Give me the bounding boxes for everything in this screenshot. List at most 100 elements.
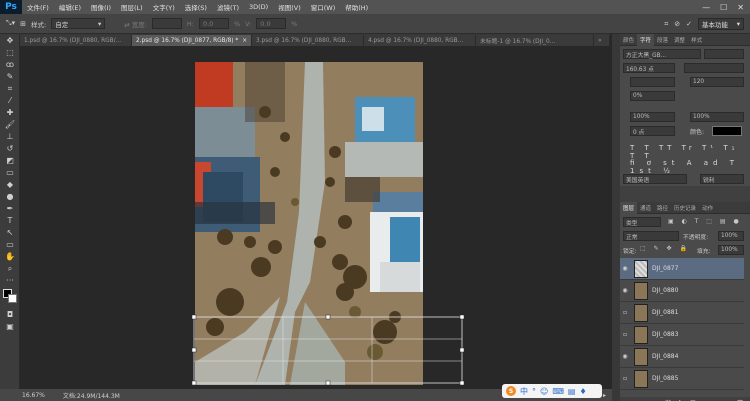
path-select-tool-icon[interactable]: ↖: [3, 227, 17, 238]
layer-name[interactable]: DJI_0877: [652, 265, 678, 272]
menu-select[interactable]: 选择(S): [180, 2, 212, 12]
ime-skin-icon[interactable]: ▤: [568, 387, 576, 396]
status-arrow-icon[interactable]: ▸: [603, 392, 612, 399]
scale-field[interactable]: 0%: [630, 91, 675, 101]
language-select[interactable]: 美国英语: [623, 174, 687, 184]
h-scale-field[interactable]: 100%: [690, 112, 744, 122]
workspace-select[interactable]: 基本功能 ▾: [698, 18, 744, 30]
fill-field[interactable]: 100%: [718, 245, 744, 255]
reference-point-icon[interactable]: ⊞: [20, 20, 26, 28]
layer-name[interactable]: DJI_0880: [652, 287, 678, 294]
close-button[interactable]: ✕: [737, 3, 744, 12]
tab-doc-4[interactable]: 4.psd @ 16.7% (DJI_0880, RGB...: [364, 35, 476, 46]
zoom-level[interactable]: 16.67%: [22, 392, 45, 399]
transform-box[interactable]: [190, 314, 466, 386]
tab-history[interactable]: 历史记录: [671, 204, 699, 212]
visibility-eye-icon[interactable]: ◉: [620, 353, 630, 360]
tab-adjustments[interactable]: 调整: [671, 36, 688, 44]
menu-layer[interactable]: 图层(L): [116, 2, 148, 12]
ime-lang[interactable]: 中: [520, 386, 528, 397]
brush-tool-icon[interactable]: 🖌: [3, 119, 17, 130]
tab-close-icon[interactable]: ×: [242, 38, 247, 44]
opentype-buttons[interactable]: ﬁ ơ st A ad T 1st ½: [630, 159, 750, 175]
maximize-button[interactable]: ☐: [720, 3, 727, 12]
pen-tool-icon[interactable]: ✒: [3, 203, 17, 214]
menu-help[interactable]: 帮助(H): [340, 2, 373, 12]
stamp-tool-icon[interactable]: ⊥: [3, 131, 17, 142]
tab-actions[interactable]: 动作: [699, 204, 716, 212]
tab-paths[interactable]: 路径: [654, 204, 671, 212]
layer-name[interactable]: DJI_0883: [652, 331, 678, 338]
ime-emoji-icon[interactable]: ☺: [540, 387, 548, 396]
menu-file[interactable]: 文件(F): [22, 2, 54, 12]
menu-filter[interactable]: 滤镜(T): [212, 2, 244, 12]
layer-name[interactable]: DJI_0885: [652, 375, 678, 382]
ime-tools-icon[interactable]: ♦: [579, 387, 586, 396]
tab-channels[interactable]: 通道: [637, 204, 654, 212]
layer-row[interactable]: ▫ DJI_0883: [620, 324, 744, 346]
screen-mode-icon[interactable]: ▣: [3, 321, 17, 332]
visibility-eye-icon[interactable]: ◉: [620, 287, 630, 294]
visibility-eye-icon[interactable]: ◉: [620, 265, 630, 272]
ime-keyboard-icon[interactable]: ⌨: [552, 387, 564, 396]
visibility-empty-icon[interactable]: ▫: [620, 375, 630, 382]
zoom-tool-icon[interactable]: ⌕: [3, 263, 17, 274]
extra-tools-icon[interactable]: ···: [3, 275, 17, 286]
lock-icons[interactable]: ⬚ ✎ ✥ 🔒: [640, 245, 690, 252]
tab-doc-5[interactable]: 未标题-1 @ 16.7% (DJI_0...: [476, 35, 594, 46]
text-color-swatch[interactable]: [712, 126, 742, 136]
width-field[interactable]: [151, 18, 182, 29]
layer-name[interactable]: DJI_0881: [652, 309, 678, 316]
antialias-select[interactable]: 锐利: [700, 174, 744, 184]
shape-tool-icon[interactable]: ▭: [3, 239, 17, 250]
font-style-select[interactable]: [704, 49, 744, 59]
tracking-field[interactable]: 120: [690, 77, 744, 87]
tab-doc-2[interactable]: 2.psd @ 16.7% (DJI_0877, RGB/8) * ×: [132, 35, 252, 46]
layer-name[interactable]: DJI_0884: [652, 353, 678, 360]
menu-3d[interactable]: 3D(D): [244, 3, 273, 11]
layer-row[interactable]: ◉ DJI_0880: [620, 280, 744, 302]
tab-character[interactable]: 字符: [637, 33, 655, 46]
lasso-tool-icon[interactable]: ꝏ: [3, 59, 17, 70]
layer-row[interactable]: ◉ DJI_0877: [620, 258, 744, 280]
tabs-overflow-icon[interactable]: »: [594, 35, 610, 46]
move-tool-icon[interactable]: ✥: [3, 35, 17, 46]
menu-window[interactable]: 窗口(W): [306, 2, 341, 12]
layer-row[interactable]: ▫ DJI_0885: [620, 368, 744, 390]
kerning-field[interactable]: [630, 77, 675, 87]
type-style-buttons[interactable]: T T TT Tr T¹ T₁ T T: [630, 144, 750, 160]
layer-row[interactable]: ◉ DJI_0884: [620, 346, 744, 368]
h-skew-field[interactable]: 0.0: [198, 18, 229, 29]
background-color-swatch[interactable]: [8, 294, 17, 303]
ime-punct[interactable]: °: [532, 387, 536, 396]
commit-transform-icon[interactable]: ✓: [686, 20, 692, 28]
visibility-empty-icon[interactable]: ▫: [620, 331, 630, 338]
hand-tool-icon[interactable]: ✋: [3, 251, 17, 262]
menu-image[interactable]: 图像(I): [86, 2, 116, 12]
crop-tool-icon[interactable]: ⌗: [3, 83, 17, 94]
font-size-field[interactable]: 160.63 点: [623, 63, 675, 73]
opacity-field[interactable]: 100%: [718, 231, 744, 241]
leading-field[interactable]: [684, 63, 744, 73]
quick-select-tool-icon[interactable]: ✎: [3, 71, 17, 82]
eraser-tool-icon[interactable]: ◩: [3, 155, 17, 166]
eyedropper-tool-icon[interactable]: ⁄: [3, 95, 17, 106]
color-swatches[interactable]: [0, 288, 20, 308]
tab-color[interactable]: 颜色: [620, 36, 637, 44]
history-brush-icon[interactable]: ↺: [3, 143, 17, 154]
layer-row[interactable]: ▫ DJI_0881: [620, 302, 744, 324]
v-scale-field[interactable]: 100%: [630, 112, 675, 122]
healing-tool-icon[interactable]: ✚: [3, 107, 17, 118]
tab-layers[interactable]: 图层: [620, 201, 638, 214]
style-select[interactable]: 自定 ▾: [51, 18, 106, 29]
blur-tool-icon[interactable]: ◆: [3, 179, 17, 190]
tab-doc-1[interactable]: 1.psd @ 16.7% (DJI_0880, RGB/...: [20, 35, 132, 46]
gradient-tool-icon[interactable]: ▭: [3, 167, 17, 178]
tab-paragraph[interactable]: 段落: [654, 36, 671, 44]
transform-tool-icon[interactable]: ⤡▾: [6, 19, 15, 28]
quick-mask-icon[interactable]: ◘: [3, 309, 17, 320]
minimize-button[interactable]: —: [702, 3, 710, 12]
menu-type[interactable]: 文字(Y): [148, 2, 180, 12]
blend-mode-select[interactable]: 正常: [623, 231, 679, 241]
menu-edit[interactable]: 编辑(E): [54, 2, 86, 12]
